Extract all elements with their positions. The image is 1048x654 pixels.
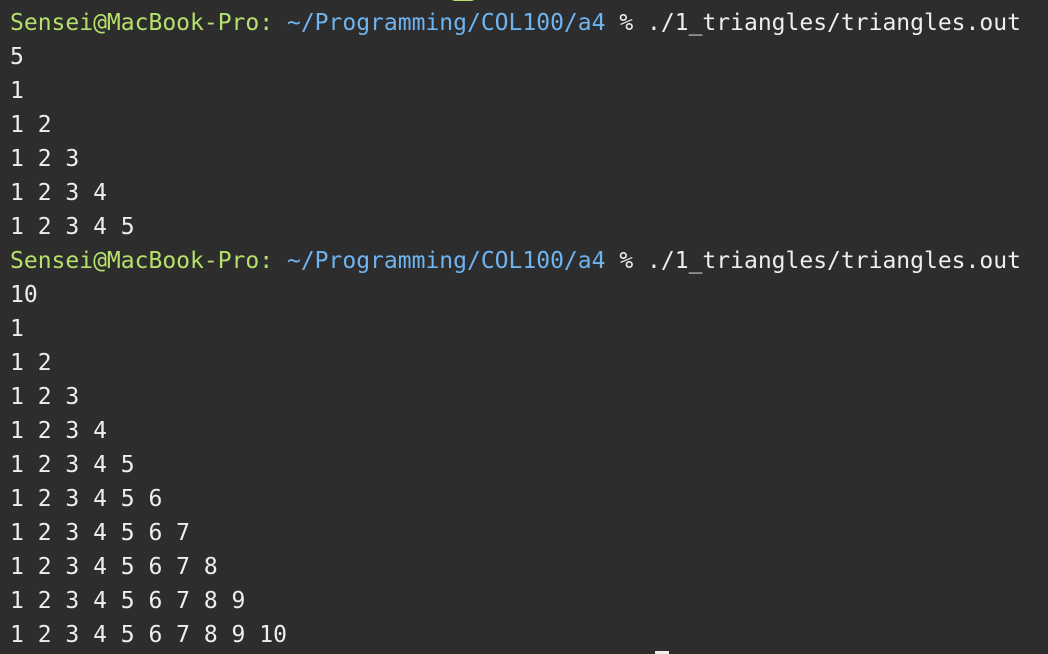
- output-line: 1 2 3 4 5 6 7 8: [10, 554, 218, 580]
- output-line: 1 2 3 4 5 6 7 8 9: [10, 588, 246, 614]
- output-line: 1 2 3: [10, 384, 80, 410]
- output-line: 1: [10, 78, 24, 104]
- output-line: 1 2 3 4 5 6 7: [10, 520, 191, 546]
- prompt-user-host: Sensei@MacBook-Pro:: [10, 10, 274, 36]
- prompt-symbol: %: [619, 248, 634, 274]
- output-line: 1 2 3 4: [10, 180, 107, 206]
- prompt-line: Sensei@MacBook-Pro: ~/Programming/COL100…: [10, 6, 1048, 40]
- output-line: 1 2: [10, 112, 52, 138]
- prompt-path: ~/Programming/COL100/a4: [286, 10, 606, 36]
- input-line: 5: [10, 44, 24, 70]
- terminal-window[interactable]: Sensei@MacBook-Pro: ~/Programming/COL100…: [0, 0, 1048, 654]
- input-line: 10: [10, 282, 38, 308]
- prompt-user-host: Sensei@MacBook-Pro:: [10, 248, 274, 274]
- scrolled-off-glyph: [450, 0, 476, 1]
- output-line: 1 2 3 4 5 6: [10, 486, 163, 512]
- prompt-line: Sensei@MacBook-Pro: ~/Programming/COL100…: [10, 244, 1048, 278]
- command-text: ./1_triangles/triangles.out: [647, 248, 1021, 274]
- output-line: 1 2 3 4 5 6 7 8 9 10: [10, 622, 287, 648]
- output-line: 1 2 3 4: [10, 418, 107, 444]
- output-line: 1 2: [10, 350, 52, 376]
- prompt-path: ~/Programming/COL100/a4: [286, 248, 606, 274]
- output-line: 1: [10, 316, 24, 342]
- output-line: 1 2 3 4 5: [10, 452, 135, 478]
- output-line: 1 2 3: [10, 146, 80, 172]
- prompt-symbol: %: [619, 10, 634, 36]
- output-line: 1 2 3 4 5: [10, 214, 135, 240]
- command-text: ./1_triangles/triangles.out: [647, 10, 1021, 36]
